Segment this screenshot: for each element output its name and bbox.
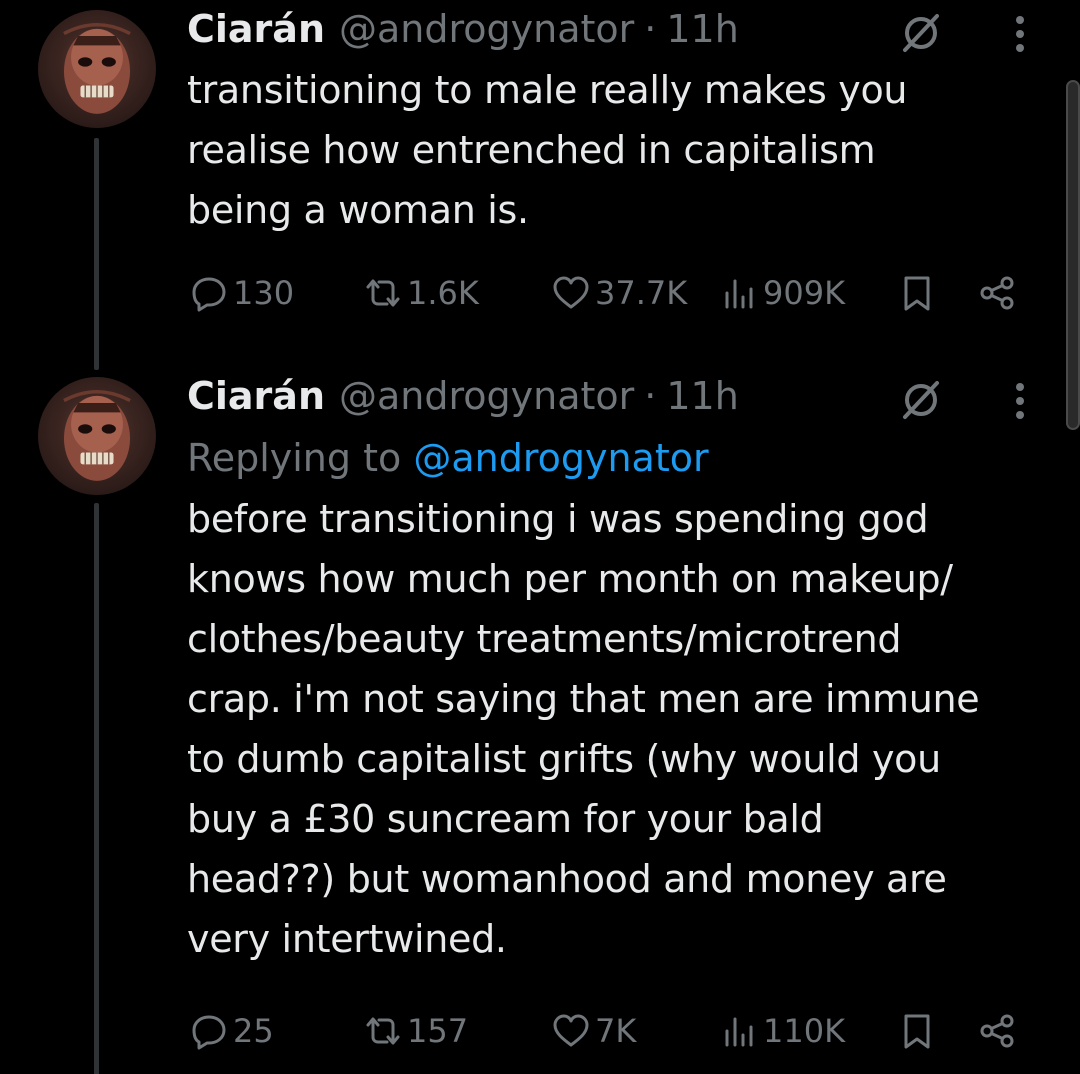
views-icon [725, 279, 753, 309]
views-button[interactable]: 909K [719, 268, 845, 318]
separator: · [644, 7, 657, 51]
tweet-text-line: knows how much per month on makeup/ [187, 557, 953, 601]
tweet-text: transitioning to male really makes you r… [187, 60, 1040, 240]
action-bar: 130 1.6K 37.7K 909K [187, 268, 1047, 318]
tweet[interactable]: Ciarán @androgynator · 11h transitioning… [0, 0, 1080, 370]
action-bar: 25 157 7K 110K [187, 1006, 1047, 1056]
reply-icon [192, 277, 226, 312]
tweet-text-line: crap. i'm not saying that men are immune [187, 677, 980, 721]
tweet-text-line: being a woman is. [187, 188, 529, 232]
like-button[interactable]: 37.7K [551, 268, 687, 318]
repost-count: 1.6K [407, 274, 479, 312]
avatar-image [63, 23, 131, 114]
separator: · [644, 374, 657, 418]
view-count: 110K [763, 1012, 846, 1050]
view-count: 909K [763, 274, 846, 312]
handle[interactable]: @androgynator [339, 7, 634, 51]
tweet-text-line: to dumb capitalist grifts (why would you [187, 737, 941, 781]
tweet-text-line: realise how entrenched in capitalism [187, 128, 876, 172]
replying-mention-link[interactable]: @androgynator [413, 436, 708, 480]
views-icon [725, 1017, 753, 1047]
timestamp[interactable]: 11h [666, 374, 738, 418]
tweet[interactable]: Ciarán @androgynator · 11h Replying to @… [0, 360, 1080, 1074]
repost-count: 157 [407, 1012, 469, 1050]
views-button[interactable]: 110K [719, 1006, 845, 1056]
thread-line [94, 138, 99, 370]
reply-button[interactable]: 130 [189, 268, 294, 318]
grok-icon[interactable] [897, 375, 945, 423]
display-name[interactable]: Ciarán [187, 7, 325, 51]
repost-button[interactable]: 1.6K [363, 268, 479, 318]
tweet-text-line: before transitioning i was spending god [187, 497, 929, 541]
like-count: 37.7K [595, 274, 688, 312]
avatar[interactable] [38, 10, 156, 128]
tweet-text-line: buy a £30 suncream for your bald [187, 797, 824, 841]
tweet-text-line: clothes/beauty treatments/microtrend [187, 617, 902, 661]
heart-icon [553, 1014, 589, 1047]
bookmark-icon [904, 1014, 930, 1049]
replying-label: Replying to [187, 436, 402, 480]
thread-line [94, 503, 99, 1074]
share-icon [980, 276, 1014, 310]
timestamp[interactable]: 11h [666, 7, 738, 51]
scrollbar-thumb[interactable] [1066, 80, 1080, 430]
more-icon[interactable] [1005, 375, 1035, 423]
bookmark-icon [904, 276, 930, 311]
reply-icon [192, 1015, 226, 1050]
display-name[interactable]: Ciarán [187, 374, 325, 418]
repost-icon [366, 279, 400, 307]
reply-count: 130 [233, 274, 295, 312]
more-icon[interactable] [1005, 8, 1035, 56]
bookmark-button[interactable] [897, 1006, 937, 1056]
avatar[interactable] [38, 377, 156, 495]
avatar-image [63, 390, 131, 481]
handle[interactable]: @androgynator [339, 374, 634, 418]
like-count: 7K [595, 1012, 637, 1050]
share-icon [980, 1014, 1014, 1048]
tweet-text-line: very intertwined. [187, 917, 507, 961]
tweet-text: before transitioning i was spending god … [187, 489, 1040, 969]
share-button[interactable] [977, 1006, 1017, 1056]
heart-icon [553, 276, 589, 309]
tweet-content: Ciarán @androgynator · 11h Replying to @… [187, 371, 1040, 969]
repost-button[interactable]: 157 [363, 1006, 468, 1056]
reply-button[interactable]: 25 [189, 1006, 274, 1056]
grok-icon[interactable] [897, 8, 945, 56]
repost-icon [366, 1017, 400, 1045]
reply-count: 25 [233, 1012, 274, 1050]
replying-to: Replying to @androgynator [187, 433, 1040, 483]
bookmark-button[interactable] [897, 268, 937, 318]
share-button[interactable] [977, 268, 1017, 318]
tweet-text-line: transitioning to male really makes you [187, 68, 908, 112]
like-button[interactable]: 7K [551, 1006, 636, 1056]
tweet-text-line: head??) but womanhood and money are [187, 857, 947, 901]
